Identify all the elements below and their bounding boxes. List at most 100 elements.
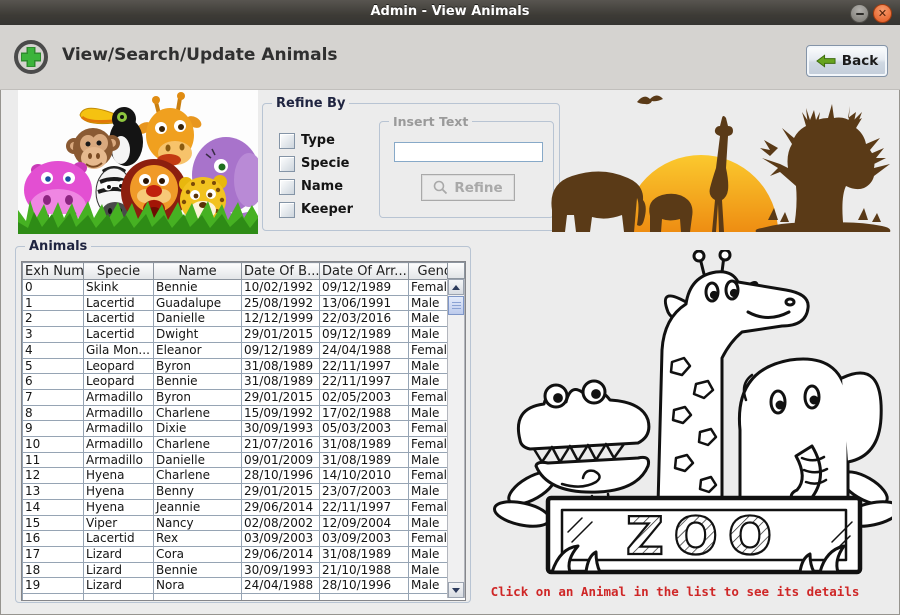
table-row[interactable]: 8ArmadilloCharlene15/09/199217/02/1988Ma… (23, 405, 467, 421)
table-cell[interactable]: 8 (23, 405, 84, 421)
table-cell[interactable]: 5 (23, 358, 84, 374)
table-cell[interactable]: Armadillo (84, 452, 154, 468)
table-cell[interactable]: 15/09/1992 (242, 405, 320, 421)
table-cell[interactable]: Bennie (154, 374, 242, 390)
table-cell[interactable]: Cora (154, 546, 242, 562)
table-row[interactable]: 11ArmadilloDanielle09/01/200931/08/1989M… (23, 452, 467, 468)
minimize-button[interactable] (850, 4, 869, 23)
table-row[interactable]: 1LacertidGuadalupe25/08/199213/06/1991Ma… (23, 295, 467, 311)
table-cell[interactable]: 05/03/2003 (320, 421, 409, 437)
table-cell[interactable]: Armadillo (84, 405, 154, 421)
table-cell[interactable]: 03/09/2003 (320, 531, 409, 547)
table-row[interactable]: 15ViperNancy02/08/200212/09/2004Male (23, 515, 467, 531)
scrollbar-up-button[interactable] (448, 279, 464, 295)
table-cell[interactable]: 03/09/2003 (242, 531, 320, 547)
column-header[interactable]: Date Of B... (242, 263, 320, 280)
table-row[interactable]: 6LeopardBennie31/08/198922/11/1997Male (23, 374, 467, 390)
table-cell[interactable]: 16 (23, 531, 84, 547)
table-cell[interactable]: 29/06/2014 (242, 546, 320, 562)
table-cell[interactable]: 12 (23, 468, 84, 484)
table-cell[interactable]: 11 (23, 452, 84, 468)
table-cell[interactable]: Lacertid (84, 311, 154, 327)
table-cell[interactable]: 21/10/1988 (320, 562, 409, 578)
table-cell[interactable]: 25/08/1992 (242, 295, 320, 311)
table-cell[interactable]: 22/11/1997 (320, 499, 409, 515)
close-button[interactable]: ✕ (873, 4, 892, 23)
column-header[interactable]: Specie (84, 263, 154, 280)
table-cell[interactable]: Bennie (154, 562, 242, 578)
table-cell[interactable]: Nancy (154, 515, 242, 531)
vertical-scrollbar[interactable] (447, 279, 465, 598)
table-cell[interactable]: Benny (154, 484, 242, 500)
table-cell[interactable]: 24/04/1988 (320, 342, 409, 358)
table-cell[interactable]: Eleanor (154, 342, 242, 358)
table-cell[interactable]: Gila Mon... (84, 342, 154, 358)
table-cell[interactable]: 31/08/1989 (242, 358, 320, 374)
table-row[interactable]: 10ArmadilloCharlene21/07/201631/08/1989F… (23, 437, 467, 453)
scrollbar-down-button[interactable] (448, 582, 464, 598)
table-row[interactable]: 7ArmadilloByron29/01/201502/05/2003Femal… (23, 389, 467, 405)
table-cell[interactable]: Hyena (84, 484, 154, 500)
table-cell[interactable]: Lizard (84, 562, 154, 578)
table-cell[interactable]: 9 (23, 421, 84, 437)
table-cell[interactable]: 30/09/1993 (242, 562, 320, 578)
table-cell[interactable]: 22/11/1997 (320, 374, 409, 390)
table-cell[interactable]: Armadillo (84, 389, 154, 405)
table-cell[interactable]: Danielle (154, 452, 242, 468)
table-cell[interactable]: 28/10/1996 (242, 468, 320, 484)
table-cell[interactable]: 29/01/2015 (242, 327, 320, 343)
table-cell[interactable]: 13 (23, 484, 84, 500)
table-cell[interactable]: 23/07/2003 (320, 484, 409, 500)
table-cell[interactable]: 09/01/2009 (242, 452, 320, 468)
table-cell[interactable]: Dwight (154, 327, 242, 343)
table-cell[interactable]: Charlene (154, 405, 242, 421)
refine-text-input[interactable] (394, 142, 543, 162)
table-row[interactable]: 9ArmadilloDixie30/09/199305/03/2003Femal… (23, 421, 467, 437)
table-cell[interactable]: 29/06/2014 (242, 499, 320, 515)
table-cell[interactable]: Viper (84, 515, 154, 531)
table-cell[interactable]: 10/02/1992 (242, 280, 320, 296)
refine-button[interactable]: Refine (421, 174, 515, 201)
table-cell[interactable]: Lizard (84, 546, 154, 562)
table-cell[interactable]: 09/12/1989 (320, 327, 409, 343)
table-cell[interactable]: Lacertid (84, 295, 154, 311)
table-cell[interactable]: 29/01/2015 (242, 484, 320, 500)
table-cell[interactable]: 09/12/1989 (242, 342, 320, 358)
table-cell[interactable]: Jeannie (154, 499, 242, 515)
table-row[interactable]: 12HyenaCharlene28/10/199614/10/2010Femal… (23, 468, 467, 484)
table-row[interactable]: 18LizardBennie30/09/199321/10/1988Male (23, 562, 467, 578)
table-cell[interactable]: 19 (23, 578, 84, 594)
table-cell[interactable]: 4 (23, 342, 84, 358)
table-cell[interactable]: Charlene (154, 468, 242, 484)
table-cell[interactable]: Charlene (154, 437, 242, 453)
table-cell[interactable]: Guadalupe (154, 295, 242, 311)
table-cell[interactable]: 17/02/1988 (320, 405, 409, 421)
table-cell[interactable]: 09/12/1989 (320, 280, 409, 296)
table-cell[interactable]: 02/05/2003 (320, 389, 409, 405)
table-cell[interactable]: 29/01/2015 (242, 389, 320, 405)
table-cell[interactable]: 22/03/2016 (320, 311, 409, 327)
back-button[interactable]: Back (806, 45, 888, 77)
table-cell[interactable]: 17 (23, 546, 84, 562)
table-cell[interactable]: 14 (23, 499, 84, 515)
checkbox-keeper[interactable]: Keeper (279, 202, 353, 217)
table-cell[interactable]: 28/10/1996 (320, 578, 409, 594)
table-cell[interactable]: 14/10/2010 (320, 468, 409, 484)
table-row[interactable]: 3LacertidDwight29/01/201509/12/1989Male (23, 327, 467, 343)
table-cell[interactable]: 2 (23, 311, 84, 327)
table-cell[interactable]: Byron (154, 358, 242, 374)
table-cell[interactable]: 24/04/1988 (242, 578, 320, 594)
table-cell[interactable]: 31/08/1989 (242, 374, 320, 390)
table-cell[interactable]: Skink (84, 280, 154, 296)
table-cell[interactable]: Bennie (154, 280, 242, 296)
table-cell[interactable]: Lizard (84, 578, 154, 594)
table-row[interactable]: 0SkinkBennie10/02/199209/12/1989Female (23, 280, 467, 296)
table-row[interactable]: 2LacertidDanielle12/12/199922/03/2016Mal… (23, 311, 467, 327)
table-cell[interactable]: Dixie (154, 421, 242, 437)
column-header[interactable]: Exh Num (23, 263, 84, 280)
checkbox-name[interactable]: Name (279, 179, 343, 194)
table-cell[interactable]: 18 (23, 562, 84, 578)
table-cell[interactable]: Armadillo (84, 437, 154, 453)
table-row[interactable]: 19LizardNora24/04/198828/10/1996Male (23, 578, 467, 594)
table-cell[interactable]: 3 (23, 327, 84, 343)
